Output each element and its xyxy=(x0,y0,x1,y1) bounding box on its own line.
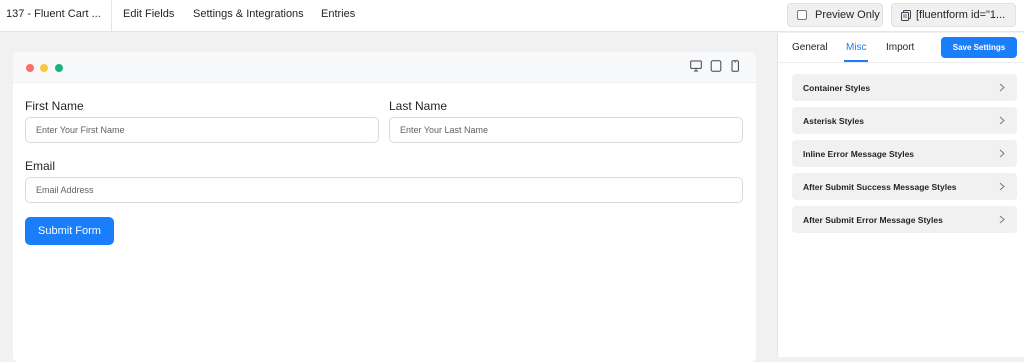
editor-area: First Name Enter Your First Name Last Na… xyxy=(0,33,776,362)
sidebar-tabs: General Misc Import Save Settings xyxy=(778,33,1024,63)
window-dot-yellow xyxy=(40,64,48,72)
window-dot-red xyxy=(26,64,34,72)
section-label: Inline Error Message Styles xyxy=(803,149,915,159)
section-inline-error-styles[interactable]: Inline Error Message Styles xyxy=(792,140,1017,167)
tab-general[interactable]: General xyxy=(792,42,828,53)
preview-only-label: Preview Only xyxy=(815,9,880,21)
top-bar: 137 - Fluent Cart ... Edit Fields Settin… xyxy=(0,0,1024,32)
nav-entries[interactable]: Entries xyxy=(321,8,355,20)
active-tab-indicator xyxy=(844,60,868,62)
window-dot-green xyxy=(55,64,63,72)
preview-only-checkbox[interactable] xyxy=(797,10,807,20)
preview-window-header xyxy=(13,52,756,83)
chevron-right-icon xyxy=(999,182,1005,191)
email-label: Email xyxy=(25,159,56,173)
submit-form-button[interactable]: Submit Form xyxy=(25,217,114,245)
chevron-right-icon xyxy=(999,83,1005,92)
last-name-input[interactable]: Enter Your Last Name xyxy=(389,117,743,143)
last-name-placeholder: Enter Your Last Name xyxy=(400,125,489,135)
form-title: 137 - Fluent Cart ... xyxy=(6,8,101,20)
last-name-label: Last Name xyxy=(389,99,448,113)
copy-icon xyxy=(901,10,911,21)
form-preview-card: First Name Enter Your First Name Last Na… xyxy=(13,52,756,362)
section-label: After Submit Error Message Styles xyxy=(803,215,943,225)
settings-sidebar: General Misc Import Save Settings Contai… xyxy=(777,33,1024,357)
nav-edit-fields[interactable]: Edit Fields xyxy=(123,8,174,20)
mobile-icon[interactable] xyxy=(730,60,740,72)
first-name-input[interactable]: Enter Your First Name xyxy=(25,117,379,143)
section-label: Asterisk Styles xyxy=(803,116,864,126)
email-input[interactable]: Email Address xyxy=(25,177,743,203)
first-name-placeholder: Enter Your First Name xyxy=(36,125,125,135)
chevron-right-icon xyxy=(999,116,1005,125)
section-label: Container Styles xyxy=(803,83,871,93)
section-asterisk-styles[interactable]: Asterisk Styles xyxy=(792,107,1017,134)
section-label: After Submit Success Message Styles xyxy=(803,182,957,192)
shortcode-copy-button[interactable]: [fluentform id="1... xyxy=(891,3,1016,27)
tablet-icon[interactable] xyxy=(710,60,722,72)
shortcode-text: [fluentform id="1... xyxy=(916,9,1006,21)
desktop-icon[interactable] xyxy=(690,60,702,72)
tab-misc[interactable]: Misc xyxy=(846,42,867,53)
section-after-submit-success-styles[interactable]: After Submit Success Message Styles xyxy=(792,173,1017,200)
preview-only-button[interactable]: Preview Only xyxy=(787,3,883,27)
section-after-submit-error-styles[interactable]: After Submit Error Message Styles xyxy=(792,206,1017,233)
title-divider xyxy=(111,0,112,32)
tab-import[interactable]: Import xyxy=(886,42,914,53)
section-container-styles[interactable]: Container Styles xyxy=(792,74,1017,101)
chevron-right-icon xyxy=(999,215,1005,224)
first-name-label: First Name xyxy=(25,99,84,113)
save-settings-button[interactable]: Save Settings xyxy=(941,37,1017,58)
nav-settings-integrations[interactable]: Settings & Integrations xyxy=(193,8,304,20)
email-placeholder: Email Address xyxy=(36,185,94,195)
chevron-right-icon xyxy=(999,149,1005,158)
